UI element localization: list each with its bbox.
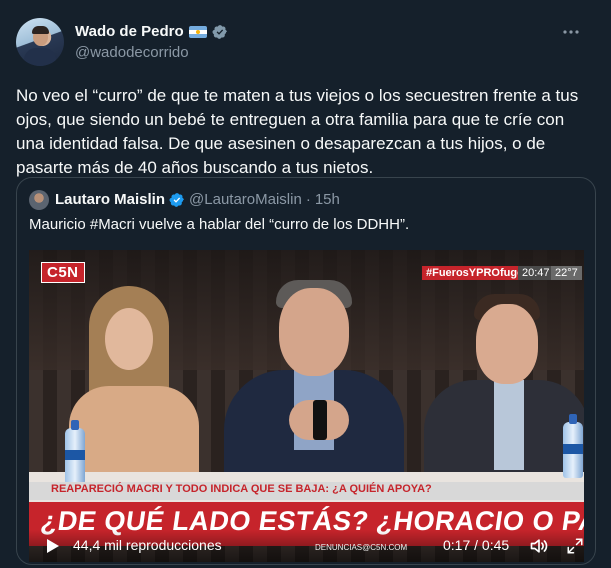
video-temperature: 22°7: [551, 266, 582, 280]
quoted-tweet-text: Mauricio #Macri vuelve a hablar del “cur…: [29, 216, 410, 233]
tweet-text: No veo el “curro” de que te maten a tus …: [16, 86, 579, 177]
quoted-author-handle[interactable]: @LautaroMaislin: [189, 191, 302, 208]
video-person-right: [424, 290, 584, 510]
water-bottle: [563, 414, 583, 478]
video-person-center: [214, 280, 414, 510]
blue-verified-badge-icon[interactable]: [169, 192, 185, 208]
argentina-flag-icon: [188, 25, 207, 38]
separator-dot: ·: [305, 191, 311, 208]
ticker-text: DENUNCIAS@C5N.COM: [315, 543, 408, 552]
video-clock: 20:47: [518, 266, 554, 280]
author-handle[interactable]: @wadodecorrido: [75, 44, 189, 61]
author-name-row: Wado de Pedro: [75, 23, 228, 40]
more-options-icon[interactable]: [560, 24, 582, 40]
tweet: Wado de Pedro @wadodecorrido No veo el “…: [0, 0, 611, 568]
quoted-tweet-header: Lautaro Maislin @LautaroMaislin · 15h: [55, 191, 340, 208]
quoted-author-name[interactable]: Lautaro Maislin: [55, 191, 165, 208]
video-player[interactable]: C5N #FuerosYPROfugos 20:47 22°7 REAPAREC…: [29, 250, 584, 562]
quoted-tweet[interactable]: Lautaro Maislin @LautaroMaislin · 15h Ma…: [16, 177, 596, 565]
microphone: [313, 400, 327, 440]
quoted-tweet-time[interactable]: 15h: [315, 191, 340, 208]
fullscreen-icon[interactable]: [566, 537, 584, 555]
lower-third-text: REAPARECIÓ MACRI Y TODO INDICA QUE SE BA…: [51, 483, 432, 495]
quoted-author-avatar[interactable]: [29, 190, 49, 210]
volume-icon[interactable]: [529, 536, 549, 556]
play-icon[interactable]: [46, 538, 60, 554]
view-count: 44,4 mil reproducciones: [73, 537, 222, 553]
channel-logo: C5N: [41, 262, 85, 283]
water-bottle: [65, 420, 85, 484]
author-avatar[interactable]: [16, 18, 64, 66]
video-duration: 0:17 / 0:45: [443, 537, 510, 553]
author-display-name[interactable]: Wado de Pedro: [75, 23, 184, 40]
gray-verified-badge-icon[interactable]: [212, 24, 228, 40]
